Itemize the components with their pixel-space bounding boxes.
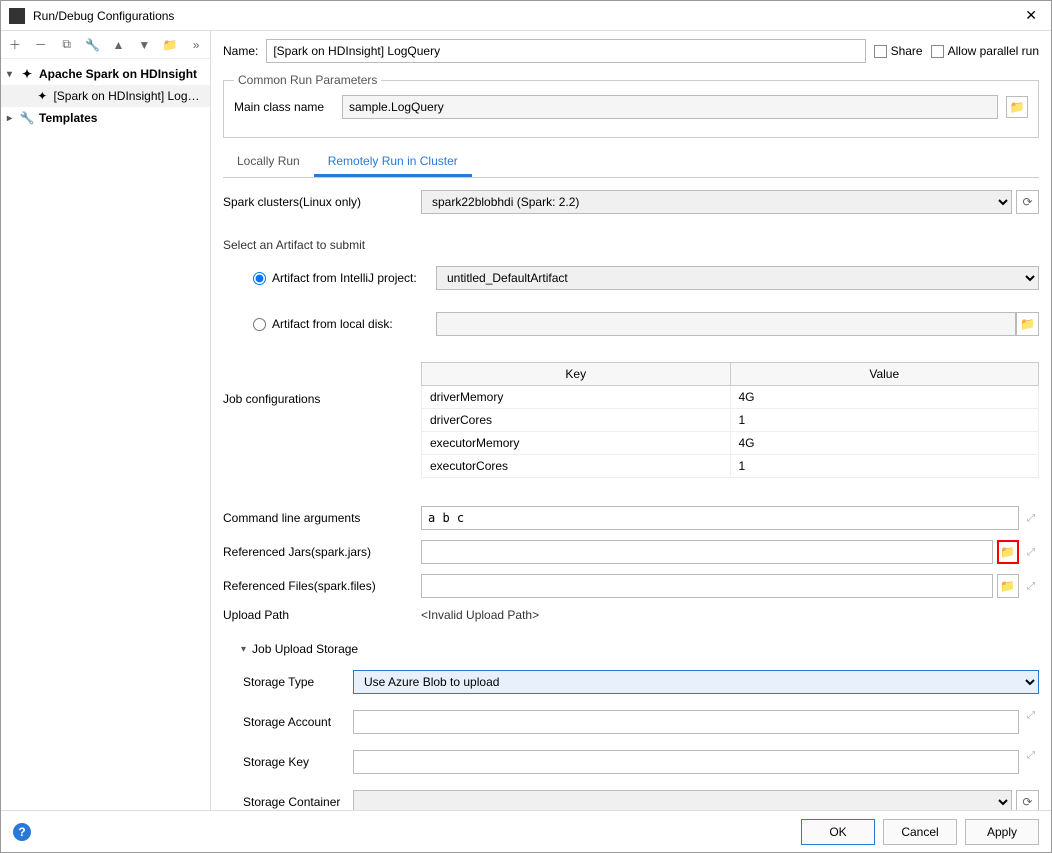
run-tabs: Locally Run Remotely Run in Cluster (223, 148, 1039, 178)
ok-button[interactable]: OK (801, 819, 875, 845)
storage-container-select[interactable] (353, 790, 1012, 810)
tree-item-logquery[interactable]: ✦ [Spark on HDInsight] LogQuery (1, 85, 210, 107)
main-class-label: Main class name (234, 100, 334, 114)
wrench-icon[interactable]: 🔧 (85, 37, 101, 53)
artifact-disk-label: Artifact from local disk: (272, 317, 436, 331)
down-icon[interactable]: ▼ (136, 37, 152, 53)
col-key: Key (422, 363, 731, 386)
tree-templates[interactable]: ▸ 🔧 Templates (1, 107, 210, 129)
table-row: driverCores1 (422, 409, 1039, 432)
refresh-cluster-icon[interactable]: ⟳ (1016, 190, 1039, 214)
upload-path-label: Upload Path (223, 608, 413, 622)
storage-section-label: Job Upload Storage (252, 642, 358, 656)
expand-icon[interactable]: ⤢ (1023, 547, 1039, 558)
expand-icon[interactable]: » (188, 37, 204, 53)
artifact-project-label: Artifact from IntelliJ project: (272, 271, 436, 285)
common-legend: Common Run Parameters (234, 73, 381, 87)
common-params-fieldset: Common Run Parameters Main class name 📁 (223, 73, 1039, 138)
col-value: Value (730, 363, 1039, 386)
table-row: executorMemory4G (422, 432, 1039, 455)
expand-icon[interactable]: ⤢ (1023, 710, 1039, 734)
add-icon[interactable]: ＋ (7, 37, 23, 53)
copy-icon[interactable]: ⧉ (59, 37, 75, 53)
ref-files-label: Referenced Files(spark.files) (223, 579, 413, 593)
job-upload-storage-toggle[interactable]: ▾ Job Upload Storage (223, 642, 1039, 656)
job-config-label: Job configurations (223, 362, 413, 406)
table-row: executorCores1 (422, 455, 1039, 478)
ref-jars-browse-icon[interactable]: 📁 (997, 540, 1019, 564)
up-icon[interactable]: ▲ (111, 37, 127, 53)
cmd-args-label: Command line arguments (223, 511, 413, 525)
storage-key-input[interactable] (353, 750, 1019, 774)
folder-icon[interactable]: 📁 (162, 37, 178, 53)
name-label: Name: (223, 44, 258, 58)
storage-type-select[interactable]: Use Azure Blob to upload (353, 670, 1039, 694)
help-icon[interactable]: ? (13, 823, 31, 841)
cancel-button[interactable]: Cancel (883, 819, 957, 845)
ref-jars-input[interactable] (421, 540, 993, 564)
cluster-label: Spark clusters(Linux only) (223, 195, 413, 209)
expand-icon[interactable]: ⤢ (1023, 750, 1039, 774)
tree-group-spark[interactable]: ▾ ✦ Apache Spark on HDInsight (1, 63, 210, 85)
remove-icon[interactable]: － (33, 37, 49, 53)
close-icon[interactable]: ✕ (1019, 7, 1043, 24)
tab-remotely-run[interactable]: Remotely Run in Cluster (314, 148, 472, 177)
wrench-icon: 🔧 (19, 110, 35, 126)
tree-templates-label: Templates (39, 111, 97, 125)
content-panel: Name: Share Allow parallel run Common Ru… (211, 31, 1051, 810)
artifact-project-radio[interactable] (253, 272, 266, 285)
tab-locally-run[interactable]: Locally Run (223, 148, 314, 177)
artifact-section-label: Select an Artifact to submit (223, 238, 1039, 252)
artifact-disk-browse-icon[interactable]: 📁 (1016, 312, 1039, 336)
config-toolbar: ＋ － ⧉ 🔧 ▲ ▼ 📁 » (1, 31, 210, 59)
refresh-container-icon[interactable]: ⟳ (1016, 790, 1039, 810)
name-input[interactable] (266, 39, 865, 63)
main-class-browse-icon[interactable]: 📁 (1006, 96, 1028, 118)
storage-container-label: Storage Container (223, 795, 353, 809)
cluster-select[interactable]: spark22blobhdi (Spark: 2.2) (421, 190, 1012, 214)
chevron-right-icon: ▸ (7, 113, 19, 124)
expand-icon[interactable]: ⤢ (1023, 581, 1039, 592)
chevron-down-icon: ▾ (7, 69, 19, 80)
chevron-down-icon: ▾ (241, 644, 246, 655)
storage-account-input[interactable] (353, 710, 1019, 734)
main-class-input[interactable] (342, 95, 998, 119)
dialog-footer: ? OK Cancel Apply (1, 810, 1051, 852)
cmd-args-input[interactable] (421, 506, 1019, 530)
expand-icon[interactable]: ⤢ (1023, 513, 1039, 524)
storage-type-label: Storage Type (223, 675, 353, 689)
storage-account-label: Storage Account (223, 715, 353, 729)
window-title: Run/Debug Configurations (33, 9, 1019, 23)
upload-path-value: <Invalid Upload Path> (421, 608, 1039, 622)
share-checkbox[interactable]: Share (874, 44, 923, 58)
app-icon (9, 8, 25, 24)
spark-icon: ✦ (35, 88, 49, 104)
spark-icon: ✦ (19, 66, 35, 82)
job-config-table[interactable]: Key Value driverMemory4G driverCores1 ex… (421, 362, 1039, 478)
artifact-disk-radio[interactable] (253, 318, 266, 331)
ref-jars-label: Referenced Jars(spark.jars) (223, 545, 413, 559)
artifact-disk-input[interactable] (436, 312, 1016, 336)
sidebar: ＋ － ⧉ 🔧 ▲ ▼ 📁 » ▾ ✦ Apache Spark on HDIn… (1, 31, 211, 810)
parallel-checkbox[interactable]: Allow parallel run (931, 44, 1039, 58)
ref-files-browse-icon[interactable]: 📁 (997, 574, 1019, 598)
artifact-project-select[interactable]: untitled_DefaultArtifact (436, 266, 1039, 290)
apply-button[interactable]: Apply (965, 819, 1039, 845)
ref-files-input[interactable] (421, 574, 993, 598)
storage-key-label: Storage Key (223, 755, 353, 769)
table-row: driverMemory4G (422, 386, 1039, 409)
tree-item-label: [Spark on HDInsight] LogQuery (53, 89, 204, 103)
config-tree: ▾ ✦ Apache Spark on HDInsight ✦ [Spark o… (1, 59, 210, 810)
titlebar: Run/Debug Configurations ✕ (1, 1, 1051, 31)
tree-group-label: Apache Spark on HDInsight (39, 67, 197, 81)
